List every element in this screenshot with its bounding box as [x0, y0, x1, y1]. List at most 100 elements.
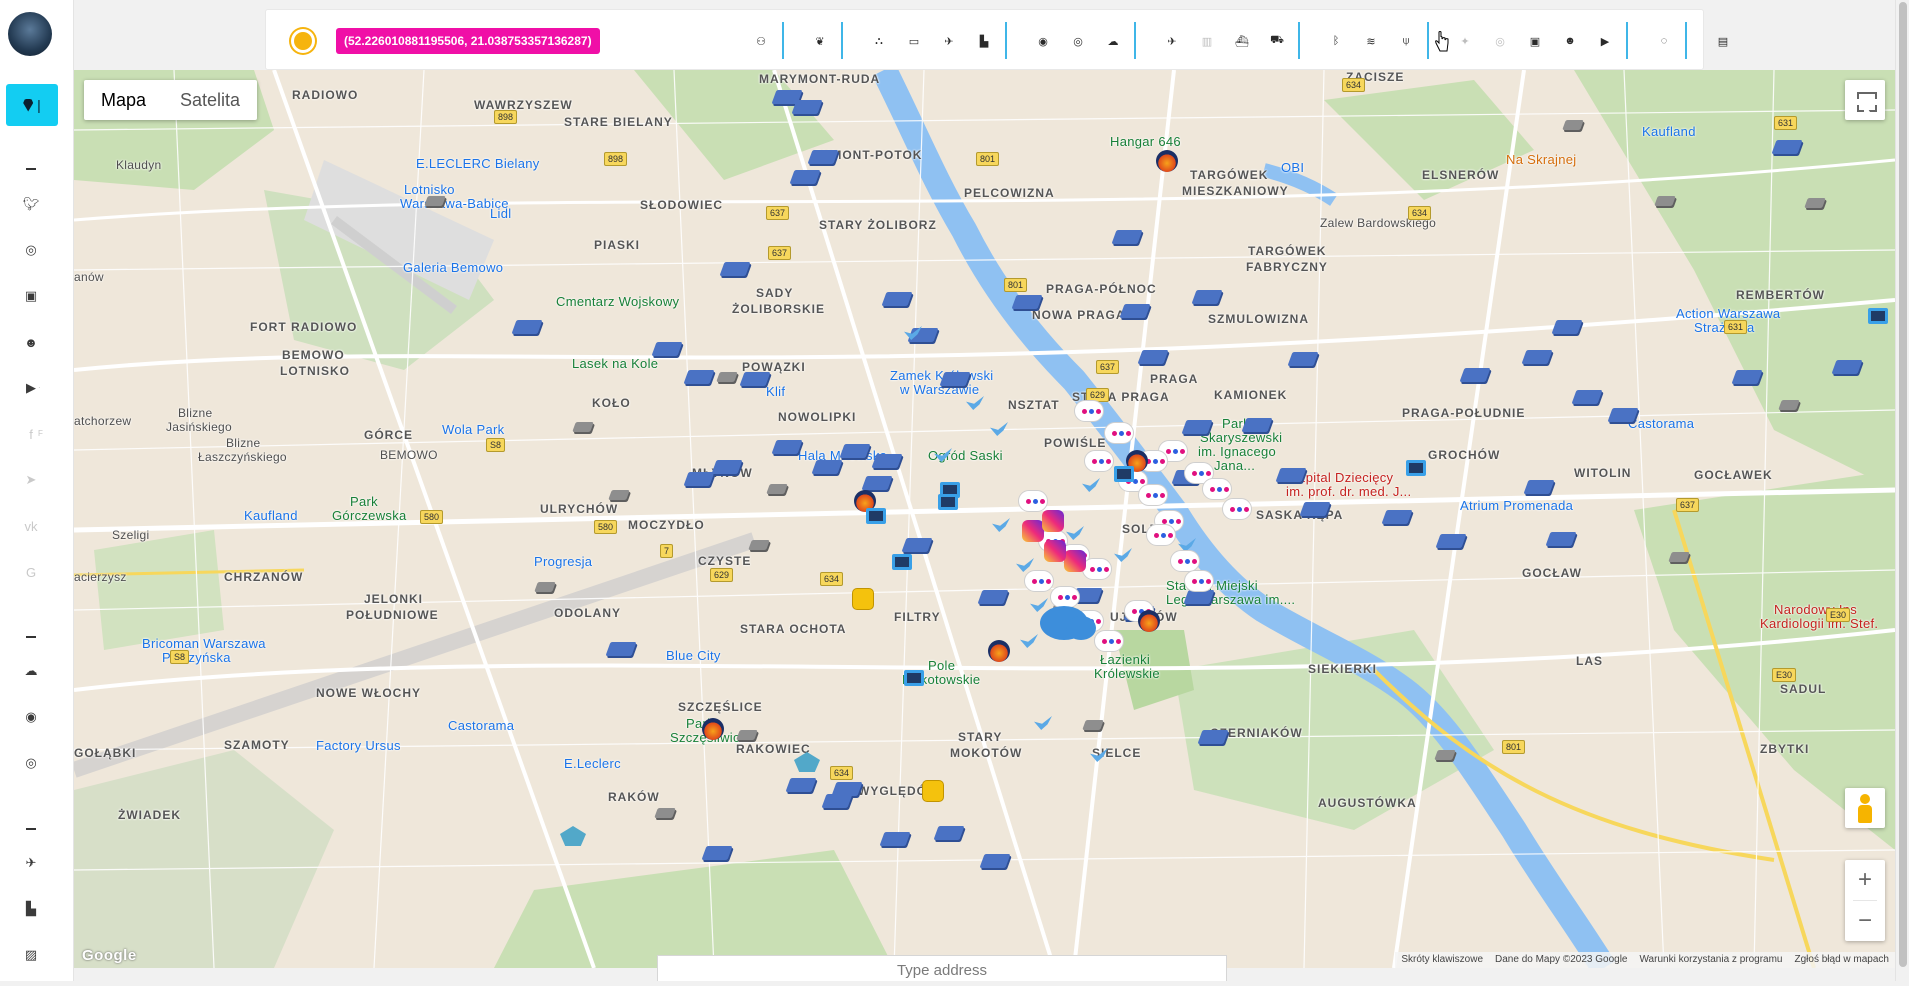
cctv-camera-marker[interactable] — [654, 808, 676, 818]
page-scrollbar[interactable] — [1895, 0, 1909, 981]
emergency-fire-marker[interactable] — [988, 640, 1010, 662]
chat-bubble-marker[interactable] — [1202, 478, 1232, 500]
sun-icon[interactable] — [294, 32, 312, 50]
emergency-fire-marker[interactable] — [1138, 610, 1160, 632]
cctv-camera-marker[interactable] — [1459, 368, 1491, 382]
cctv-camera-marker[interactable] — [736, 730, 758, 740]
cloud-icon[interactable]: ☁ — [1106, 34, 1120, 48]
antenna-icon[interactable]: ⍦ — [1399, 34, 1413, 48]
chat-bubble-marker[interactable] — [1074, 400, 1104, 422]
zoom-in-button[interactable]: + — [1845, 860, 1885, 900]
cctv-camera-marker[interactable] — [879, 832, 911, 846]
instagram-icon[interactable]: ◎ — [1493, 34, 1507, 48]
instagram-marker[interactable] — [1044, 540, 1066, 562]
map-icon[interactable]: ▤ — [1716, 34, 1730, 48]
cctv-camera-marker[interactable] — [1435, 534, 1467, 548]
cctv-camera-marker[interactable] — [1241, 418, 1273, 432]
loading-icon[interactable]: ◌ — [1657, 34, 1671, 48]
chat-bubble-marker[interactable] — [1082, 558, 1112, 580]
cloud-marker[interactable] — [1066, 616, 1096, 640]
chat-bubble-marker[interactable] — [1222, 498, 1252, 520]
cctv-camera-marker[interactable] — [766, 484, 788, 494]
webcam-marker[interactable] — [1406, 460, 1426, 476]
youtube-icon[interactable]: ▶ — [1598, 34, 1612, 48]
cctv-camera-marker[interactable] — [511, 320, 543, 334]
cctv-camera-marker[interactable] — [791, 100, 823, 114]
train-icon[interactable]: ▥ — [1200, 34, 1214, 48]
cctv-camera-marker[interactable] — [1137, 350, 1169, 364]
map-type-map-button[interactable]: Mapa — [84, 80, 163, 120]
cctv-camera-marker[interactable] — [871, 454, 903, 468]
traffic-icon[interactable]: ⛬ — [872, 34, 886, 48]
cctv-camera-marker[interactable] — [811, 460, 843, 474]
snapchat-marker[interactable] — [852, 588, 874, 610]
cctv-camera-marker[interactable] — [716, 372, 738, 382]
vk-icon[interactable]: vk — [20, 515, 42, 537]
cctv-camera-marker[interactable] — [1571, 390, 1603, 404]
cctv-camera-marker[interactable] — [933, 826, 965, 840]
instagram-marker[interactable] — [1042, 510, 1064, 532]
people-icon[interactable]: ⚇ — [754, 34, 768, 48]
cctv-camera-marker[interactable] — [977, 590, 1009, 604]
instagram-marker[interactable] — [1022, 520, 1044, 542]
cctv-camera-marker[interactable] — [1521, 350, 1553, 364]
google-icon[interactable]: G — [20, 561, 42, 583]
location-button[interactable]: | — [6, 84, 58, 126]
webcam-marker[interactable] — [938, 494, 958, 510]
cctv-camera-marker[interactable] — [683, 472, 715, 486]
cctv-camera-marker[interactable] — [1831, 360, 1863, 374]
youtube-icon[interactable]: ▶ · — [20, 377, 42, 399]
chat-bubble-marker[interactable] — [1018, 490, 1048, 512]
cctv-camera-marker[interactable] — [939, 372, 971, 386]
cloud-icon[interactable]: ☁ — [20, 660, 42, 682]
webcam-marker[interactable] — [866, 508, 886, 524]
cctv-camera-marker[interactable] — [719, 262, 751, 276]
cctv-camera-marker[interactable] — [1551, 320, 1583, 334]
facebook-icon[interactable]: fF — [20, 423, 43, 445]
flickr-icon[interactable]: ▣ — [1528, 34, 1542, 48]
snapchat-icon[interactable]: ☻ — [1563, 34, 1577, 48]
cctv-camera-marker[interactable] — [651, 342, 683, 356]
cctv-camera-marker[interactable] — [605, 642, 637, 656]
cctv-camera-marker[interactable] — [1434, 750, 1456, 760]
chat-bubble-marker[interactable] — [1138, 484, 1168, 506]
chat-bubble-marker[interactable] — [1184, 570, 1214, 592]
zoom-out-button[interactable]: − — [1845, 901, 1885, 941]
cctv-camera-marker[interactable] — [1111, 230, 1143, 244]
chat-bubble-marker[interactable] — [1084, 450, 1114, 472]
webcam-marker[interactable] — [892, 554, 912, 570]
chat-bubble-marker[interactable] — [1146, 524, 1176, 546]
fullscreen-button[interactable] — [1845, 80, 1885, 120]
cctv-camera-marker[interactable] — [424, 196, 446, 206]
cctv-camera-marker[interactable] — [861, 476, 893, 490]
cctv-camera-marker[interactable] — [1275, 468, 1307, 482]
cctv-camera-marker[interactable] — [979, 854, 1011, 868]
cctv-camera-marker[interactable] — [1771, 140, 1803, 154]
cctv-camera-marker[interactable] — [1607, 408, 1639, 422]
cctv-camera-marker[interactable] — [1181, 420, 1213, 434]
cctv-camera-marker[interactable] — [1191, 290, 1223, 304]
flickr-icon[interactable]: ▣ — [20, 285, 42, 307]
twitter-icon[interactable]: ✦ — [1458, 34, 1472, 48]
camera-icon[interactable]: ◉ — [1036, 34, 1050, 48]
camera-alt-icon[interactable]: ◎ — [1071, 34, 1085, 48]
drone-icon[interactable]: ✈ — [942, 34, 956, 48]
cctv-camera-marker[interactable] — [748, 540, 770, 550]
terms-link[interactable]: Warunki korzystania z programu — [1639, 952, 1782, 968]
scrollbar-thumb[interactable] — [1899, 2, 1907, 967]
chat-bubble-marker[interactable] — [1094, 630, 1124, 652]
factory-icon[interactable]: ▙ — [977, 34, 991, 48]
ship-icon[interactable]: ⛴ — [1235, 34, 1249, 48]
cctv-camera-marker[interactable] — [881, 292, 913, 306]
cctv-camera-marker[interactable] — [1287, 352, 1319, 366]
street-view-pegman-icon[interactable] — [1845, 788, 1885, 828]
cctv-camera-marker[interactable] — [901, 538, 933, 552]
chat-bubble-marker[interactable] — [1170, 550, 1200, 572]
snapchat-marker[interactable] — [922, 780, 944, 802]
chat-bubble-marker[interactable] — [1104, 422, 1134, 444]
cctv-camera-marker[interactable] — [1562, 120, 1584, 130]
cctv-camera-marker[interactable] — [1082, 720, 1104, 730]
telegram-icon[interactable]: ➤ — [20, 469, 42, 491]
emergency-fire-marker[interactable] — [702, 718, 724, 740]
plane-icon[interactable]: ✈ — [1165, 34, 1179, 48]
